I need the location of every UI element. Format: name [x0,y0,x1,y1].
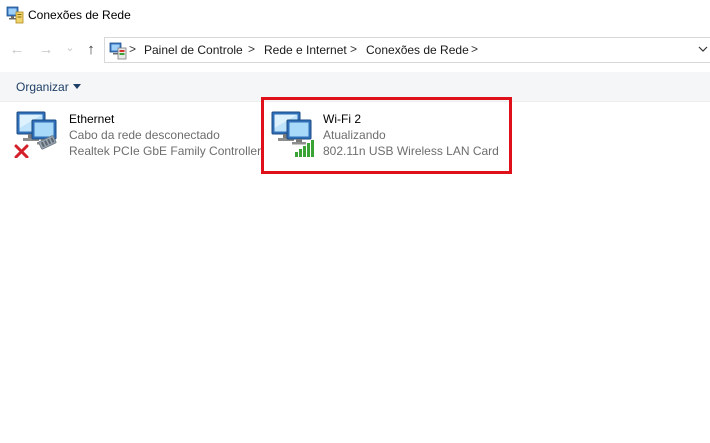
connection-status: Atualizando [323,128,386,142]
breadcrumb-network-internet[interactable]: Rede e Internet [264,43,347,57]
title-bar: Conexões de Rede [0,0,710,32]
breadcrumb-separator[interactable]: > [129,42,136,56]
command-toolbar: Organizar [0,72,710,102]
connection-device: Realtek PCIe GbE Family Controller [69,144,262,158]
address-bar[interactable]: > Painel de Controle > Rede e Internet >… [104,37,710,63]
connection-status: Cabo da rede desconectado [69,128,220,142]
window-title: Conexões de Rede [28,8,131,22]
breadcrumb-separator[interactable]: > [471,42,478,56]
connection-name: Ethernet [69,112,115,126]
connection-item-wifi-2[interactable]: Wi-Fi 2 Atualizando 802.11n USB Wireless… [269,110,509,170]
breadcrumb-separator[interactable]: > [350,42,357,56]
connection-device: 802.11n USB Wireless LAN Card [323,144,499,158]
back-arrow-icon[interactable]: ← [8,39,26,59]
connection-item-ethernet[interactable]: Ethernet Cabo da rede desconectado Realt… [14,110,262,170]
breadcrumb-separator[interactable]: > [248,42,255,56]
ethernet-disconnected-icon [14,111,57,158]
wifi-signal-icon [271,111,314,157]
organize-caret-icon[interactable] [73,84,81,89]
navigation-bar: ← → ⌄ ↑ > Painel de Controle > Rede e In… [0,34,710,64]
breadcrumb-network-connections[interactable]: Conexões de Rede [366,43,469,57]
connection-name: Wi-Fi 2 [323,112,361,126]
error-x-icon [14,144,29,158]
organize-button[interactable]: Organizar [16,80,69,94]
recent-locations-dropdown-icon[interactable]: ⌄ [61,37,79,57]
control-panel-icon [109,42,127,60]
network-connections-icon [6,6,24,24]
up-arrow-icon[interactable]: ↑ [82,39,100,59]
breadcrumb-control-panel[interactable]: Painel de Controle [144,43,243,57]
address-history-chevron-down-icon[interactable] [698,44,708,54]
forward-arrow-icon[interactable]: → [37,39,55,59]
